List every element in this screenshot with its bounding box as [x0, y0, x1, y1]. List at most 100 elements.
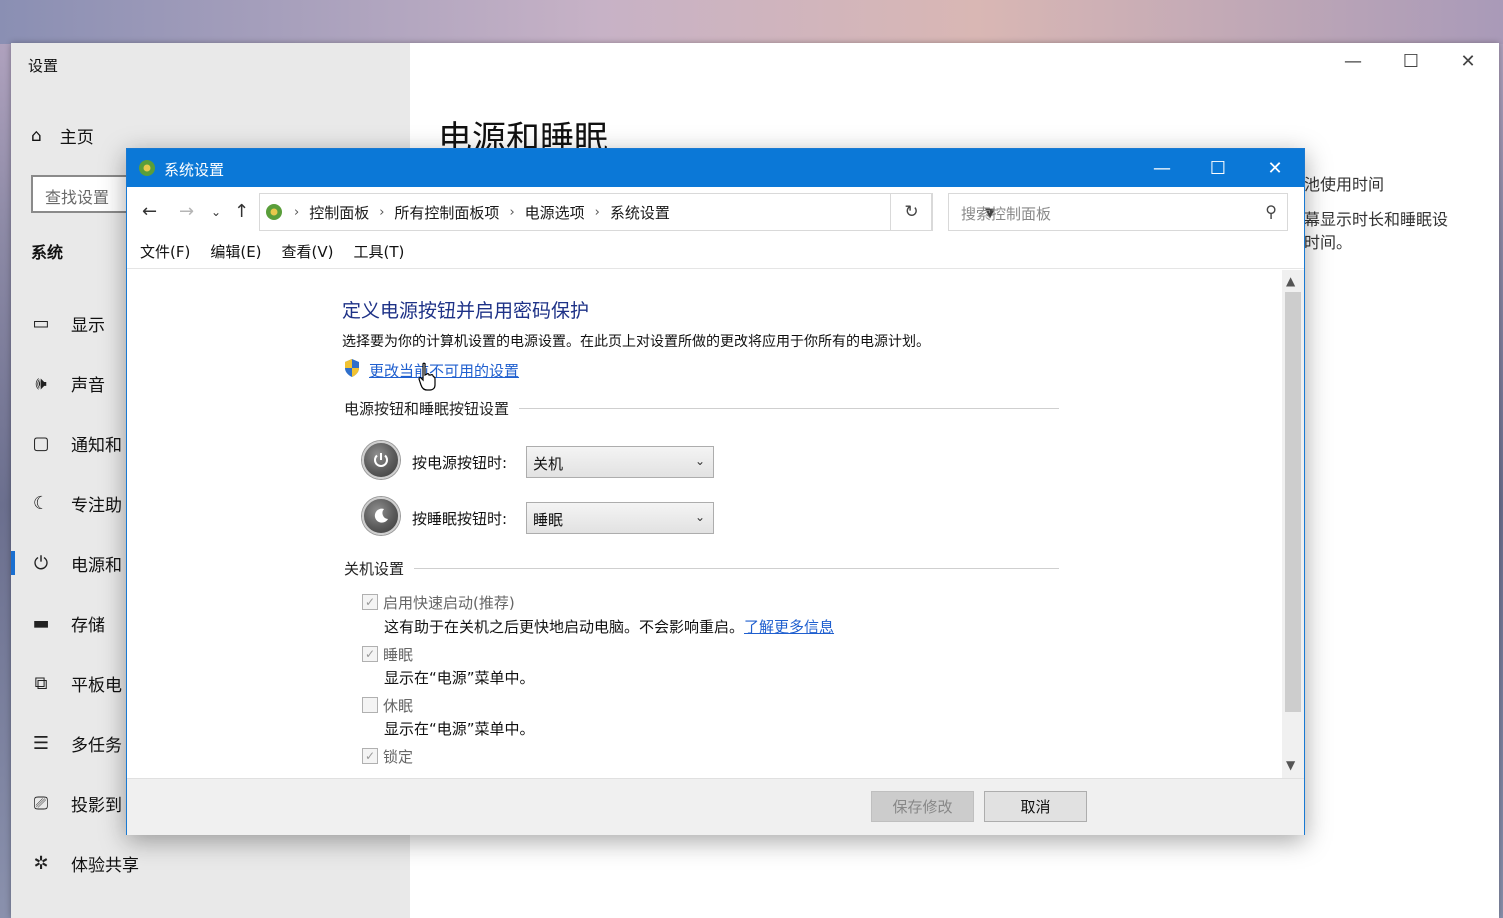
nav-label: 存储 — [71, 615, 105, 636]
settings-right-text: 幕显示时长和睡眠设 — [1304, 210, 1449, 229]
shutdown-section-label: 关机设置 — [344, 558, 1060, 579]
share-icon: ✲ — [33, 852, 49, 874]
menu-tools[interactable]: 工具(T) — [354, 241, 405, 268]
dialog-minimize-button[interactable]: — — [1134, 149, 1190, 187]
section-heading: 系统 — [31, 243, 64, 262]
search-icon: ⚲ — [1265, 202, 1277, 221]
nav-label: 显示 — [71, 315, 105, 336]
cancel-button[interactable]: 取消 — [984, 791, 1087, 822]
menu-view[interactable]: 查看(V) — [282, 241, 334, 268]
breadcrumb-item[interactable]: 电源选项 — [525, 202, 585, 223]
project-icon: ⎚ — [33, 792, 49, 814]
refresh-button[interactable]: ↻ — [890, 193, 933, 231]
maximize-button[interactable]: ☐ — [1391, 51, 1431, 81]
power-icon: ⏻ — [33, 552, 49, 574]
power-button-select[interactable]: 关机 ⌄ — [526, 446, 714, 478]
sleep-button-icon — [362, 497, 400, 535]
nav-label: 专注助 — [71, 495, 122, 516]
chevron-down-icon: ⌄ — [694, 510, 705, 524]
change-settings-link[interactable]: 更改当前不可用的设置 — [369, 360, 519, 381]
settings-right-text: 时间。 — [1304, 233, 1353, 252]
lock-option-label: 锁定 — [383, 748, 414, 766]
minimize-button[interactable]: — — [1333, 51, 1373, 81]
notification-icon: ▢ — [32, 432, 50, 454]
hand-cursor-icon — [418, 362, 436, 391]
lock-checkbox[interactable]: ✓ — [362, 748, 378, 764]
nav-label: 多任务 — [71, 735, 122, 756]
sleep-checkbox[interactable]: ✓ — [362, 646, 378, 662]
tablet-icon: ⧉ — [34, 672, 48, 694]
nav-home[interactable]: ⌂ 主页 — [31, 123, 94, 149]
nav-label: 体验共享 — [71, 855, 139, 876]
desc-text: 这有助于在关机之后更快地启动电脑。不会影响重启。 — [384, 618, 745, 636]
scroll-down-icon[interactable]: ▼ — [1286, 758, 1295, 772]
section-label-text: 关机设置 — [344, 560, 405, 578]
section-divider — [414, 568, 1060, 569]
sleep-option-label: 睡眠 — [383, 646, 414, 664]
hibernate-option-desc: 显示在“电源”菜单中。 — [384, 720, 535, 738]
nav-label: 投影到 — [71, 795, 122, 816]
home-icon: ⌂ — [31, 125, 42, 146]
speaker-icon: 🕪 — [35, 372, 47, 394]
select-value: 睡眠 — [533, 511, 564, 529]
sleep-option-desc: 显示在“电源”菜单中。 — [384, 669, 535, 687]
learn-more-link[interactable]: 了解更多信息 — [744, 618, 834, 636]
scroll-up-icon[interactable]: ▲ — [1286, 274, 1295, 288]
button-section-label: 电源按钮和睡眠按钮设置 — [344, 398, 1060, 419]
uac-shield-icon — [345, 359, 359, 377]
dialog-title: 系统设置 — [164, 161, 225, 179]
chevron-down-icon: ⌄ — [694, 454, 705, 468]
settings-right-text: 池使用时间 — [1304, 175, 1385, 194]
up-arrow-icon[interactable]: ↑ — [234, 201, 249, 222]
moon-icon: ☾ — [32, 492, 50, 514]
control-panel-icon — [139, 160, 155, 176]
scrollbar-thumb[interactable] — [1285, 292, 1301, 712]
menu-file[interactable]: 文件(F) — [140, 241, 190, 268]
back-arrow-icon[interactable]: ← — [142, 201, 157, 222]
control-panel-search-input[interactable]: 搜索控制面板 ⚲ — [948, 193, 1288, 231]
monitor-icon: ▭ — [32, 312, 50, 334]
fast-startup-desc: 这有助于在关机之后更快地启动电脑。不会影响重启。了解更多信息 — [384, 616, 834, 637]
breadcrumb-separator-icon: › — [379, 204, 385, 220]
refresh-icon: ↻ — [904, 202, 919, 222]
page-heading: 定义电源按钮并启用密码保护 — [342, 300, 590, 322]
settings-title: 设置 — [28, 57, 59, 75]
recent-chevron-icon[interactable]: ⌄ — [211, 205, 221, 219]
nav-label: 通知和 — [71, 435, 122, 456]
breadcrumb-item[interactable]: 系统设置 — [610, 202, 670, 223]
menu-bar: 文件(F) 编辑(E) 查看(V) 工具(T) — [127, 241, 1304, 269]
save-changes-button[interactable]: 保存修改 — [871, 791, 974, 822]
fast-startup-checkbox[interactable]: ✓ — [362, 594, 378, 610]
section-divider — [519, 408, 1060, 409]
breadcrumb-separator-icon: › — [294, 204, 300, 220]
hibernate-option-label: 休眠 — [383, 697, 414, 715]
forward-arrow-icon[interactable]: → — [179, 201, 194, 222]
nav-label: 声音 — [71, 375, 105, 396]
dialog-close-button[interactable]: ✕ — [1247, 149, 1303, 187]
storage-icon: ▬ — [32, 612, 50, 634]
breadcrumb-separator-icon: › — [509, 204, 515, 220]
multitask-icon: ☰ — [32, 732, 50, 754]
search-placeholder: 搜索控制面板 — [961, 205, 1052, 223]
power-button-label: 按电源按钮时: — [412, 454, 508, 472]
close-button[interactable]: ✕ — [1448, 51, 1488, 81]
dialog-footer: 保存修改 取消 — [127, 778, 1304, 835]
content-scrollbar[interactable]: ▲ ▼ — [1282, 270, 1304, 778]
sleep-button-select[interactable]: 睡眠 ⌄ — [526, 502, 714, 534]
power-button-icon — [362, 441, 400, 479]
dialog-maximize-button[interactable]: ☐ — [1190, 149, 1246, 187]
nav-label: 电源和 — [71, 555, 122, 576]
hibernate-checkbox[interactable] — [362, 697, 378, 713]
nav-item-share[interactable]: ✲ 体验共享 — [11, 843, 391, 883]
section-label-text: 电源按钮和睡眠按钮设置 — [344, 400, 510, 418]
page-description: 选择要为你的计算机设置的电源设置。在此页上对设置所做的更改将应用于你所有的电源计… — [342, 334, 930, 350]
breadcrumb-item[interactable]: 控制面板 — [309, 202, 369, 223]
breadcrumb-item[interactable]: 所有控制面板项 — [394, 202, 499, 223]
address-bar[interactable]: › 控制面板 › 所有控制面板项 › 电源选项 › 系统设置 ▼ — [259, 193, 995, 231]
nav-label: 平板电 — [71, 675, 122, 696]
nav-home-label: 主页 — [59, 128, 94, 148]
dialog-content: 定义电源按钮并启用密码保护 选择要为你的计算机设置的电源设置。在此页上对设置所做… — [127, 270, 1282, 778]
sleep-button-label: 按睡眠按钮时: — [412, 510, 508, 528]
desktop-wallpaper — [0, 0, 1503, 44]
menu-edit[interactable]: 编辑(E) — [210, 241, 261, 268]
